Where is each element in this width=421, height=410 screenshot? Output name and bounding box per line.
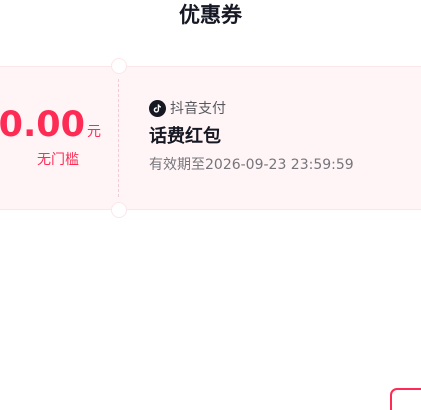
coupon-name: 话费红包: [149, 126, 221, 147]
coupon-info: 抖音支付 话费红包 有效期至2026-09-23 23:59:59: [149, 97, 354, 174]
coupon-page: 优惠券 10.00元 无门槛 抖音支付 话费红包 有效期至2026-09-23 …: [0, 0, 421, 410]
coupon-amount-unit: 元: [87, 124, 101, 140]
coupon-expiry: 有效期至2026-09-23 23:59:59: [149, 157, 354, 173]
page-title: 优惠券: [179, 3, 242, 27]
tiktok-icon: [149, 99, 166, 117]
coupon-divider: [118, 79, 119, 197]
coupon-amount: 10.00元: [0, 105, 101, 152]
card-notch-top: [111, 58, 127, 74]
provider-name: 抖音支付: [170, 101, 226, 117]
provider-row: 抖音支付: [149, 97, 354, 119]
card-notch-bottom: [111, 202, 127, 218]
coupon-amount-block: 10.00元 无门槛: [0, 67, 111, 211]
coupon-threshold: 无门槛: [37, 152, 79, 168]
coupon-card[interactable]: 10.00元 无门槛 抖音支付 话费红包 有效期至2026-09-23 23:5…: [0, 58, 421, 218]
bottom-action-button[interactable]: [390, 388, 421, 410]
coupon-amount-value: 10.00: [0, 105, 85, 145]
